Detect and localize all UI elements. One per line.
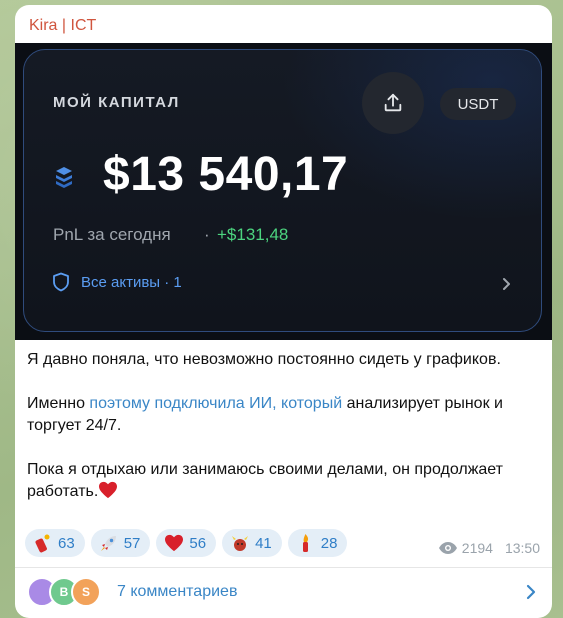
- pnl-value: +$131,48: [217, 225, 289, 244]
- reaction-fire[interactable]: 28: [287, 529, 348, 557]
- card-title: МОЙ КАПИТАЛ: [53, 94, 180, 111]
- reaction-count: 56: [189, 534, 207, 552]
- views-count: 2194: [461, 540, 493, 556]
- channel-name[interactable]: Kira | ICT: [29, 17, 96, 35]
- capital-amount: $13 540,17: [103, 148, 349, 201]
- pnl-separator: ·: [204, 225, 210, 244]
- post-paragraph-3: Пока я отдыхаю или занимаюсь своими дела…: [27, 459, 542, 506]
- reaction-heart[interactable]: 56: [156, 529, 217, 557]
- all-assets-link[interactable]: Все активы · 1: [52, 272, 182, 292]
- heart-icon: [98, 481, 118, 506]
- chevron-right-icon: [526, 584, 536, 605]
- commenter-avatars: B S: [27, 577, 107, 607]
- fire-icon: [296, 533, 316, 553]
- avatar: S: [71, 577, 101, 607]
- heart-icon: [164, 533, 184, 553]
- share-icon: [384, 93, 402, 112]
- bull-icon: [230, 533, 250, 553]
- chevron-right-icon[interactable]: [501, 277, 511, 296]
- message-meta: 2194 13:50: [438, 540, 540, 556]
- message-time: 13:50: [504, 540, 540, 556]
- reaction-count: 63: [58, 534, 75, 552]
- reaction-bull[interactable]: 41: [222, 529, 282, 557]
- post-text-before-link: Именно: [27, 395, 90, 412]
- all-assets-label: Все активы · 1: [81, 273, 182, 291]
- post-paragraph-2: Именно поэтому подключила ИИ, который ан…: [27, 393, 542, 437]
- post-link[interactable]: поэтому подключила ИИ, который: [89, 395, 342, 412]
- eye-icon: [438, 542, 457, 554]
- rocket-icon: [99, 533, 119, 553]
- currency-button[interactable]: USDT: [440, 88, 516, 120]
- firecracker-icon: [33, 533, 53, 553]
- reaction-rocket[interactable]: 57: [90, 529, 151, 557]
- capital-card: МОЙ КАПИТАЛ USDT $13 540,17 PnL за сегод…: [23, 49, 542, 332]
- reaction-count: 28: [320, 534, 338, 552]
- post-paragraph-1: Я давно поняла, что невозможно постоянно…: [27, 351, 501, 368]
- shield-icon: [53, 272, 69, 292]
- reaction-firecracker[interactable]: 63: [25, 529, 85, 557]
- pnl-label: PnL за сегодня: [53, 225, 171, 244]
- comments-label: 7 комментариев: [117, 583, 238, 600]
- post-image[interactable]: МОЙ КАПИТАЛ USDT $13 540,17 PnL за сегод…: [15, 43, 552, 340]
- reactions-bar: 63 57 56 41 28: [25, 529, 348, 557]
- post-text: Я давно поняла, что невозможно постоянно…: [27, 349, 542, 528]
- comments-button[interactable]: B S 7 комментариев: [15, 568, 552, 618]
- share-button[interactable]: [362, 72, 424, 134]
- reaction-count: 41: [255, 534, 272, 552]
- message-bubble: Kira | ICT МОЙ КАПИТАЛ USDT $13 540,17 P…: [15, 5, 552, 618]
- reaction-count: 57: [123, 534, 141, 552]
- stack-coin-icon: [54, 165, 74, 194]
